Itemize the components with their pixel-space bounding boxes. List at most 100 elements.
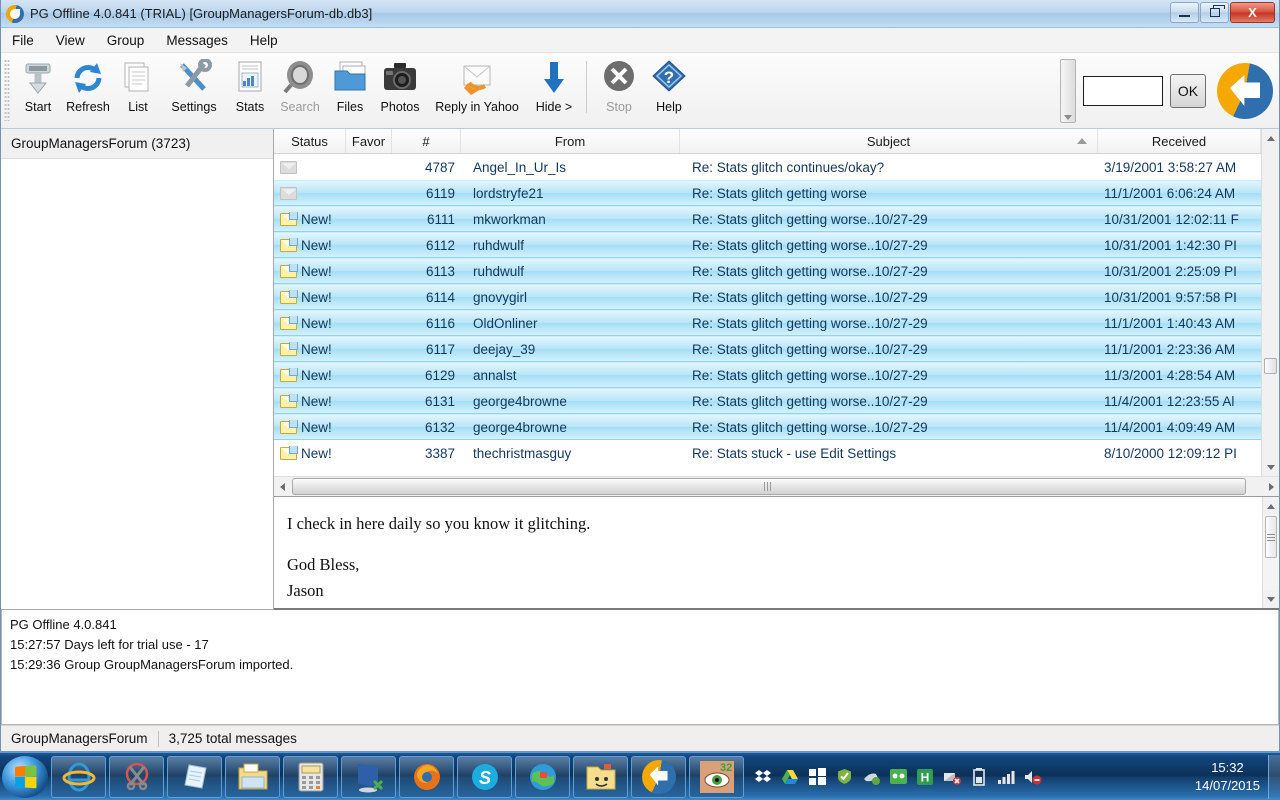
column-header-number[interactable]: # <box>392 129 461 153</box>
toolbar-separator <box>586 61 587 113</box>
taskbar-item-yellow-folder[interactable] <box>573 755 628 798</box>
table-row[interactable]: New! 3387 thechristmasguy Re: Stats stuck -… <box>274 440 1261 466</box>
scroll-right-button[interactable] <box>1263 482 1279 491</box>
menu-item-file[interactable]: File <box>1 30 45 51</box>
window-controls: X <box>1170 2 1275 23</box>
table-row[interactable]: New! 6113 ruhdwulf Re: Stats glitch getting… <box>274 258 1261 284</box>
menu-item-messages[interactable]: Messages <box>155 30 239 51</box>
cell-status <box>274 160 346 174</box>
taskbar-item-globe-app[interactable] <box>515 755 570 798</box>
taskbar-item-internet-explorer[interactable] <box>51 755 106 798</box>
table-row[interactable]: New! 6129 annalst Re: Stats glitch getting … <box>274 362 1261 388</box>
toolbar-button-refresh[interactable]: Refresh <box>63 57 113 114</box>
toolbar-button-photos[interactable]: Photos <box>375 57 425 114</box>
toolbar-button-list[interactable]: List <box>113 57 163 114</box>
table-row[interactable]: 4787 Angel_In_Ur_Is Re: Stats glitch conti… <box>274 154 1261 180</box>
minimize-button[interactable] <box>1170 2 1199 23</box>
message-list-vertical-scrollbar[interactable] <box>1261 129 1279 476</box>
horizontal-scroll-track[interactable] <box>290 478 1263 495</box>
windows-update-icon[interactable] <box>808 768 826 786</box>
column-header-subject[interactable]: Subject <box>680 129 1098 153</box>
scroll-up-button[interactable] <box>1262 129 1279 147</box>
menu-item-group[interactable]: Group <box>96 30 156 51</box>
taskbar-item-windows-explorer[interactable] <box>225 755 280 798</box>
toolbar-button-search[interactable]: Search <box>275 57 325 114</box>
toolbar-label-stop: Stop <box>606 100 632 114</box>
maximize-button[interactable] <box>1200 2 1229 23</box>
taskbar-item-remote-desktop[interactable] <box>341 755 396 798</box>
scroll-left-button[interactable] <box>274 482 290 491</box>
main-body: GroupManagersForum (3723) Status Favor #… <box>1 129 1279 610</box>
taskbar-item-eye-32[interactable]: 32 <box>689 755 744 798</box>
table-row[interactable]: 6119 lordstryfe21 Re: Stats glitch getting… <box>274 180 1261 206</box>
toolbar-button-stop[interactable]: Stop <box>594 57 644 114</box>
taskbar-clock[interactable]: 15:32 14/07/2015 <box>1195 759 1260 794</box>
mouse-without-borders-icon[interactable] <box>862 768 880 786</box>
taskbar-item-firefox[interactable] <box>399 755 454 798</box>
horizontal-scroll-thumb[interactable] <box>292 478 1246 495</box>
toolbar-button-stats[interactable]: Stats <box>225 57 275 114</box>
table-row[interactable]: New! 6132 george4browne Re: Stats glitch ge… <box>274 414 1261 440</box>
network-error-icon[interactable] <box>943 768 961 786</box>
preview-blank-line <box>287 537 1262 552</box>
toolbar-button-hide[interactable]: Hide > <box>529 57 579 114</box>
column-header-from[interactable]: From <box>461 129 680 153</box>
toolbar-overflow-scroll[interactable] <box>1060 59 1076 123</box>
vertical-scroll-thumb[interactable] <box>1264 358 1277 375</box>
preview-scroll-track[interactable] <box>1263 515 1279 590</box>
svg-text:32: 32 <box>720 762 732 774</box>
column-header-status[interactable]: Status <box>274 129 346 153</box>
menu-item-help[interactable]: Help <box>239 30 289 51</box>
chevron-up-icon <box>1267 503 1275 509</box>
teamviewer-icon[interactable] <box>889 768 907 786</box>
table-row[interactable]: New! 6131 george4browne Re: Stats glitch ge… <box>274 388 1261 414</box>
google-drive-icon[interactable] <box>781 768 799 786</box>
preview-scroll-down-button[interactable] <box>1263 590 1279 608</box>
battery-icon[interactable] <box>970 767 988 786</box>
table-row[interactable]: New! 6111 mkworkman Re: Stats glitch gettin… <box>274 206 1261 232</box>
hamachi-icon[interactable]: H <box>916 768 934 786</box>
taskbar-item-notepad[interactable] <box>167 755 222 798</box>
preview-scroll-up-button[interactable] <box>1263 497 1279 515</box>
scroll-down-button[interactable] <box>1262 458 1279 476</box>
dropbox-icon[interactable] <box>754 768 772 786</box>
restore-icon <box>1209 5 1225 17</box>
message-list-horizontal-scrollbar[interactable] <box>274 476 1279 496</box>
preview-vertical-scrollbar[interactable] <box>1262 497 1279 608</box>
new-message-envelope-icon <box>280 263 298 278</box>
table-row[interactable]: New! 6112 ruhdwulf Re: Stats glitch getting… <box>274 232 1261 258</box>
signal-bars-icon[interactable] <box>997 768 1015 786</box>
taskbar-item-calculator[interactable] <box>283 755 338 798</box>
toolbar-button-reply-in-yahoo[interactable]: Reply in Yahoo <box>425 57 529 114</box>
toolbar-button-help[interactable]: ? Help <box>644 57 694 114</box>
clock-time: 15:32 <box>1211 759 1244 775</box>
table-row[interactable]: New! 6117 deejay_39 Re: Stats glitch gettin… <box>274 336 1261 362</box>
green-shield-icon[interactable] <box>835 768 853 786</box>
cell-subject: Re: Stats glitch getting worse..10/27-29 <box>692 289 928 305</box>
search-input[interactable] <box>1083 76 1163 106</box>
refresh-arrows-icon <box>68 59 108 97</box>
ok-button[interactable]: OK <box>1170 74 1206 108</box>
start-button[interactable] <box>2 755 48 798</box>
table-row[interactable]: New! 6114 gnovygirl Re: Stats glitch gettin… <box>274 284 1261 310</box>
taskbar-item-skype[interactable]: S <box>457 755 512 798</box>
log-line: PG Offline 4.0.841 <box>10 617 117 632</box>
toolbar-button-start[interactable]: Start <box>13 57 63 114</box>
sidebar-item-groupmanagersforum[interactable]: GroupManagersForum (3723) <box>1 129 273 159</box>
toolbar-grip[interactable] <box>4 59 10 121</box>
taskbar-item-pg-offline[interactable] <box>631 755 686 798</box>
menu-item-view[interactable]: View <box>45 30 96 51</box>
taskbar-item-snipping-tool[interactable] <box>109 755 164 798</box>
close-button[interactable]: X <box>1230 2 1275 23</box>
table-row[interactable]: New! 6116 OldOnliner Re: Stats glitch getti… <box>274 310 1261 336</box>
toolbar-label-search: Search <box>280 100 320 114</box>
column-header-favorite[interactable]: Favor <box>346 129 392 153</box>
vertical-scroll-track[interactable] <box>1262 147 1279 458</box>
toolbar-button-settings[interactable]: Settings <box>163 57 225 114</box>
toolbar-button-files[interactable]: Files <box>325 57 375 114</box>
reply-envelope-icon <box>457 59 497 97</box>
column-header-received[interactable]: Received <box>1098 129 1261 153</box>
show-desktop-button[interactable] <box>1268 754 1280 799</box>
volume-muted-icon[interactable] <box>1024 768 1042 786</box>
preview-scroll-thumb[interactable] <box>1265 516 1277 558</box>
